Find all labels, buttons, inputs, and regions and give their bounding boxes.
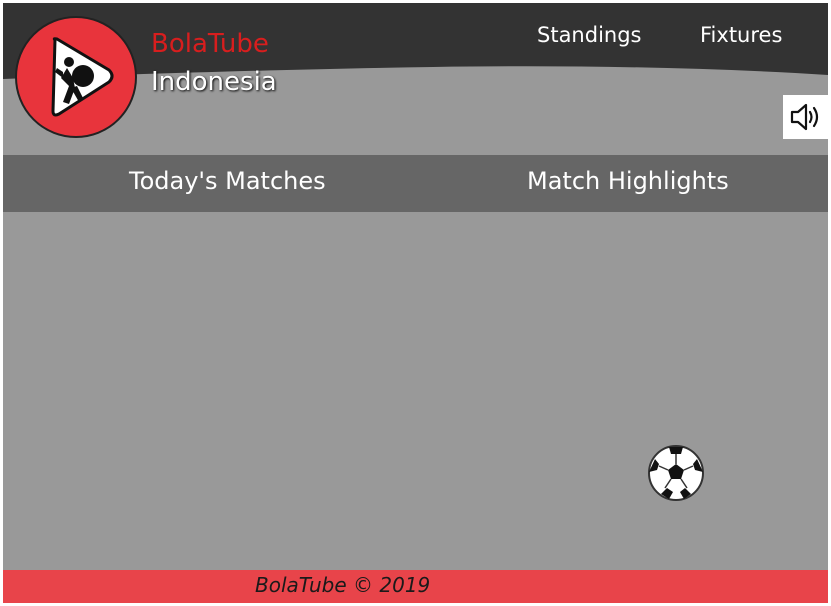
brand-country: Indonesia [151,67,277,97]
tab-todays-matches[interactable]: Today's Matches [129,167,326,195]
header: BolaTube Indonesia Standings Fixtures [3,3,828,155]
tab-match-highlights[interactable]: Match Highlights [527,167,729,195]
nav-fixtures-link[interactable]: Fixtures [700,23,782,47]
tabs-bar: Today's Matches Match Highlights [3,155,828,212]
soccer-ball-icon [647,444,705,502]
footer: BolaTube © 2019 [3,570,828,603]
play-soccer-player-icon [51,37,114,117]
speaker-volume-icon [790,103,819,131]
nav-standings-link[interactable]: Standings [537,23,642,47]
logo[interactable] [15,16,137,138]
footer-copyright: BolaTube © 2019 [255,573,431,597]
app-frame: BolaTube Indonesia Standings Fixtures To… [3,3,828,603]
brand-name: BolaTube [151,29,269,59]
sound-toggle-button[interactable] [783,95,828,139]
